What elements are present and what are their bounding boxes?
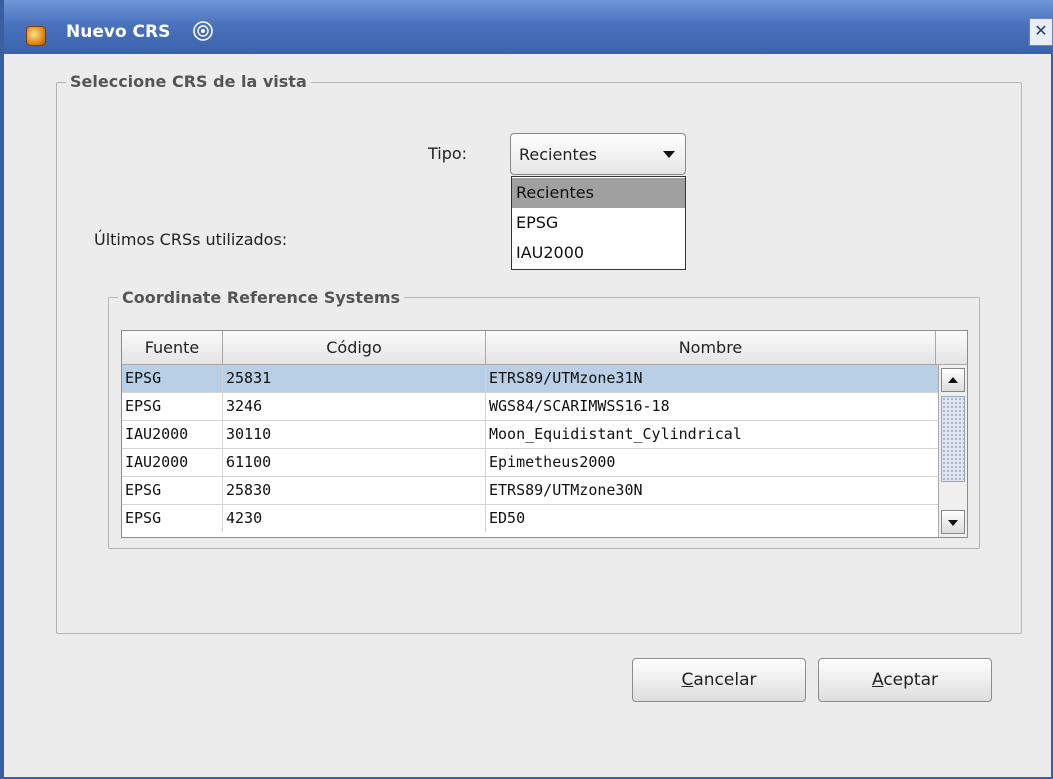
crs-group-legend: Coordinate Reference Systems xyxy=(118,288,405,307)
table-row[interactable]: IAU2000 30110 Moon_Equidistant_Cylindric… xyxy=(122,421,938,449)
cell-nombre: Moon_Equidistant_Cylindrical xyxy=(489,425,742,443)
crs-table: Fuente Código Nombre EPSG 25831 ETRS89/U… xyxy=(121,330,968,538)
table-row[interactable]: EPSG 3246 WGS84/SCARIMWSS16-18 xyxy=(122,393,938,421)
cell-nombre: Epimetheus2000 xyxy=(489,453,616,471)
cell-codigo: 4230 xyxy=(223,505,486,532)
cell-codigo: 25831 xyxy=(223,365,486,392)
column-header-fuente[interactable]: Fuente xyxy=(122,331,223,365)
table-row[interactable]: IAU2000 61100 Epimetheus2000 xyxy=(122,449,938,477)
cell-fuente: IAU2000 xyxy=(122,449,223,476)
cell-fuente: EPSG xyxy=(122,477,223,504)
table-row[interactable]: EPSG 25830 ETRS89/UTMzone30N xyxy=(122,477,938,505)
window-title: Nuevo CRS xyxy=(66,22,171,42)
accept-mnemonic: A xyxy=(871,670,884,690)
tipo-dropdown-list: Recientes EPSG IAU2000 xyxy=(511,176,686,270)
tipo-combobox-value: Recientes xyxy=(519,145,597,164)
view-crs-group-legend: Seleccione CRS de la vista xyxy=(66,72,311,91)
cell-nombre: WGS84/SCARIMWSS16-18 xyxy=(489,397,670,415)
scrollbar-thumb[interactable] xyxy=(941,396,965,482)
table-row[interactable]: EPSG 4230 ED50 xyxy=(122,505,938,533)
column-header-codigo[interactable]: Código xyxy=(223,331,486,365)
cell-codigo: 61100 xyxy=(223,449,486,476)
cell-codigo: 25830 xyxy=(223,477,486,504)
cell-nombre: ETRS89/UTMzone30N xyxy=(489,481,643,499)
dialog-window: Nuevo CRS ✕ Seleccione CRS de la vista T… xyxy=(0,0,1053,779)
cell-codigo: 30110 xyxy=(223,421,486,448)
title-swirl-icon xyxy=(193,21,213,41)
tipo-option-epsg[interactable]: EPSG xyxy=(512,208,685,238)
cancel-mnemonic: C xyxy=(681,670,694,690)
cell-fuente: EPSG xyxy=(122,505,223,532)
cell-nombre: ED50 xyxy=(489,509,526,527)
title-bar[interactable]: Nuevo CRS ✕ xyxy=(4,0,1053,54)
cancel-label: ancelar xyxy=(693,670,757,690)
tipo-combobox[interactable]: Recientes xyxy=(510,133,686,175)
cell-codigo: 3246 xyxy=(223,393,486,420)
table-row[interactable]: EPSG 25831 ETRS89/UTMzone31N xyxy=(122,365,938,393)
table-vertical-scrollbar[interactable] xyxy=(938,365,967,537)
cancel-button[interactable]: Cancelar xyxy=(632,658,806,702)
cell-nombre: ETRS89/UTMzone31N xyxy=(489,369,643,387)
cell-fuente: IAU2000 xyxy=(122,421,223,448)
tipo-option-iau2000[interactable]: IAU2000 xyxy=(512,238,685,268)
app-icon xyxy=(26,26,46,46)
column-header-corner xyxy=(936,331,967,365)
scroll-down-icon[interactable] xyxy=(941,510,965,534)
dropdown-arrow-icon xyxy=(663,151,675,158)
cell-fuente: EPSG xyxy=(122,365,223,392)
accept-label: ceptar xyxy=(883,670,938,690)
cell-fuente: EPSG xyxy=(122,393,223,420)
scroll-up-icon[interactable] xyxy=(941,368,965,392)
column-header-nombre[interactable]: Nombre xyxy=(486,331,936,365)
close-icon[interactable]: ✕ xyxy=(1029,18,1053,46)
recent-crs-label: Últimos CRSs utilizados: xyxy=(94,230,288,249)
accept-button[interactable]: Aceptar xyxy=(818,658,992,702)
tipo-option-recientes[interactable]: Recientes xyxy=(512,178,685,208)
tipo-label: Tipo: xyxy=(428,144,468,163)
